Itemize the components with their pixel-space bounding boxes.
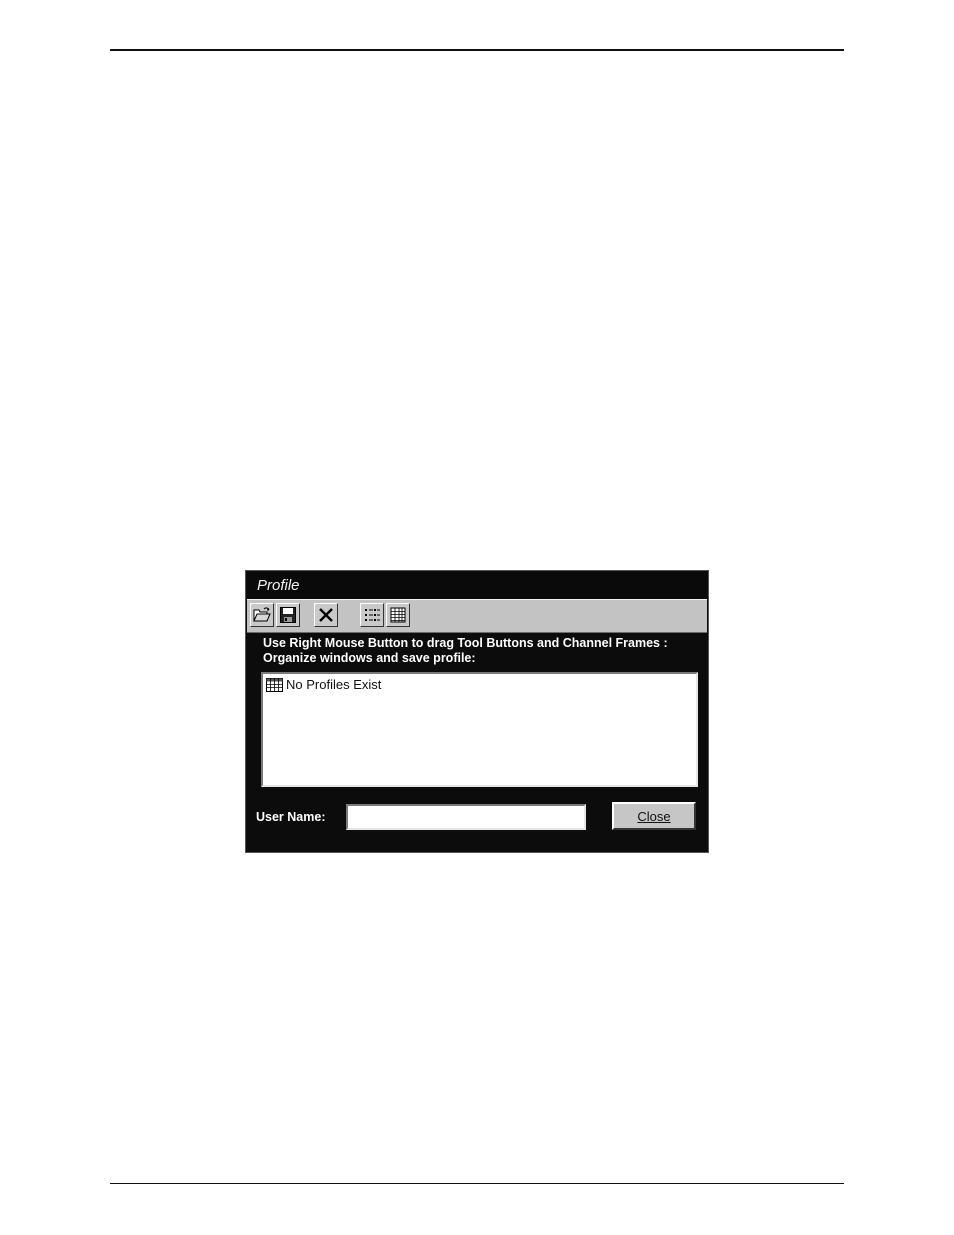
dialog-title-bar[interactable]: Profile <box>247 572 707 599</box>
page-footer-rule <box>110 1183 844 1184</box>
save-profile-button[interactable] <box>276 603 300 627</box>
dialog-title: Profile <box>257 577 300 594</box>
grid-table-icon <box>266 678 283 692</box>
delete-profile-button[interactable] <box>314 603 338 627</box>
instruction-text: Use Right Mouse Button to drag Tool Butt… <box>263 636 703 666</box>
instruction-line-1: Use Right Mouse Button to drag Tool Butt… <box>263 636 668 650</box>
list-view-button[interactable] <box>360 603 384 627</box>
user-name-label: User Name: <box>256 810 326 824</box>
list-item-label: No Profiles Exist <box>286 677 382 692</box>
open-profile-button[interactable] <box>250 603 274 627</box>
profile-toolbar <box>247 599 707 633</box>
profiles-list[interactable]: No Profiles Exist <box>261 672 698 787</box>
detail-view-button[interactable] <box>386 603 410 627</box>
delete-x-icon <box>319 608 333 622</box>
instruction-line-2: Organize windows and save profile: <box>263 651 476 665</box>
close-button[interactable]: Close <box>612 802 696 830</box>
detail-view-icon <box>390 607 406 623</box>
save-disk-icon <box>280 607 296 623</box>
open-folder-icon <box>253 607 271 622</box>
user-name-input[interactable] <box>346 804 586 830</box>
page-header-rule <box>110 49 844 51</box>
profile-dialog: Profile Use Right Mouse Button to drag T… <box>245 570 709 853</box>
list-view-icon <box>365 609 380 621</box>
